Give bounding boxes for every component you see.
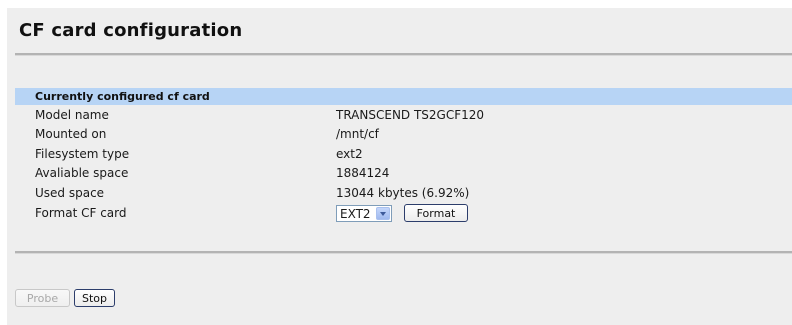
row-mounted-on: Mounted on /mnt/cf — [7, 126, 792, 144]
mounted-on-label: Mounted on — [35, 127, 107, 141]
filesystem-select-value: EXT2 — [340, 207, 371, 221]
row-used-space: Used space 13044 kbytes (6.92%) — [7, 185, 792, 203]
row-model-name: Model name TRANSCEND TS2GCF120 — [7, 107, 792, 125]
filesystem-select[interactable]: EXT2 — [336, 205, 392, 222]
stop-button[interactable]: Stop — [74, 289, 115, 307]
used-space-label: Used space — [35, 186, 105, 200]
filesystem-type-label: Filesystem type — [35, 147, 130, 161]
section-title: Currently configured cf card — [35, 90, 210, 103]
row-filesystem-type: Filesystem type ext2 — [7, 146, 792, 164]
page-title: CF card configuration — [19, 20, 243, 41]
format-cf-card-label: Format CF card — [35, 206, 127, 220]
mounted-on-value: /mnt/cf — [336, 127, 379, 141]
model-name-value: TRANSCEND TS2GCF120 — [336, 108, 485, 122]
filesystem-type-value: ext2 — [336, 147, 363, 161]
chevron-down-icon[interactable] — [376, 207, 390, 220]
row-available-space: Avaliable space 1884124 — [7, 165, 792, 183]
used-space-value: 13044 kbytes (6.92%) — [336, 186, 470, 200]
section-header: Currently configured cf card — [15, 88, 792, 105]
config-panel: CF card configuration Currently configur… — [7, 8, 792, 325]
model-name-label: Model name — [35, 108, 109, 122]
format-button[interactable]: Format — [404, 204, 468, 222]
divider-top — [15, 53, 792, 56]
row-format-cf-card: Format CF card EXT2 Format — [7, 204, 792, 223]
probe-button[interactable]: Probe — [15, 289, 70, 307]
divider-bottom — [15, 251, 792, 254]
available-space-value: 1884124 — [336, 166, 390, 180]
available-space-label: Avaliable space — [35, 166, 129, 180]
